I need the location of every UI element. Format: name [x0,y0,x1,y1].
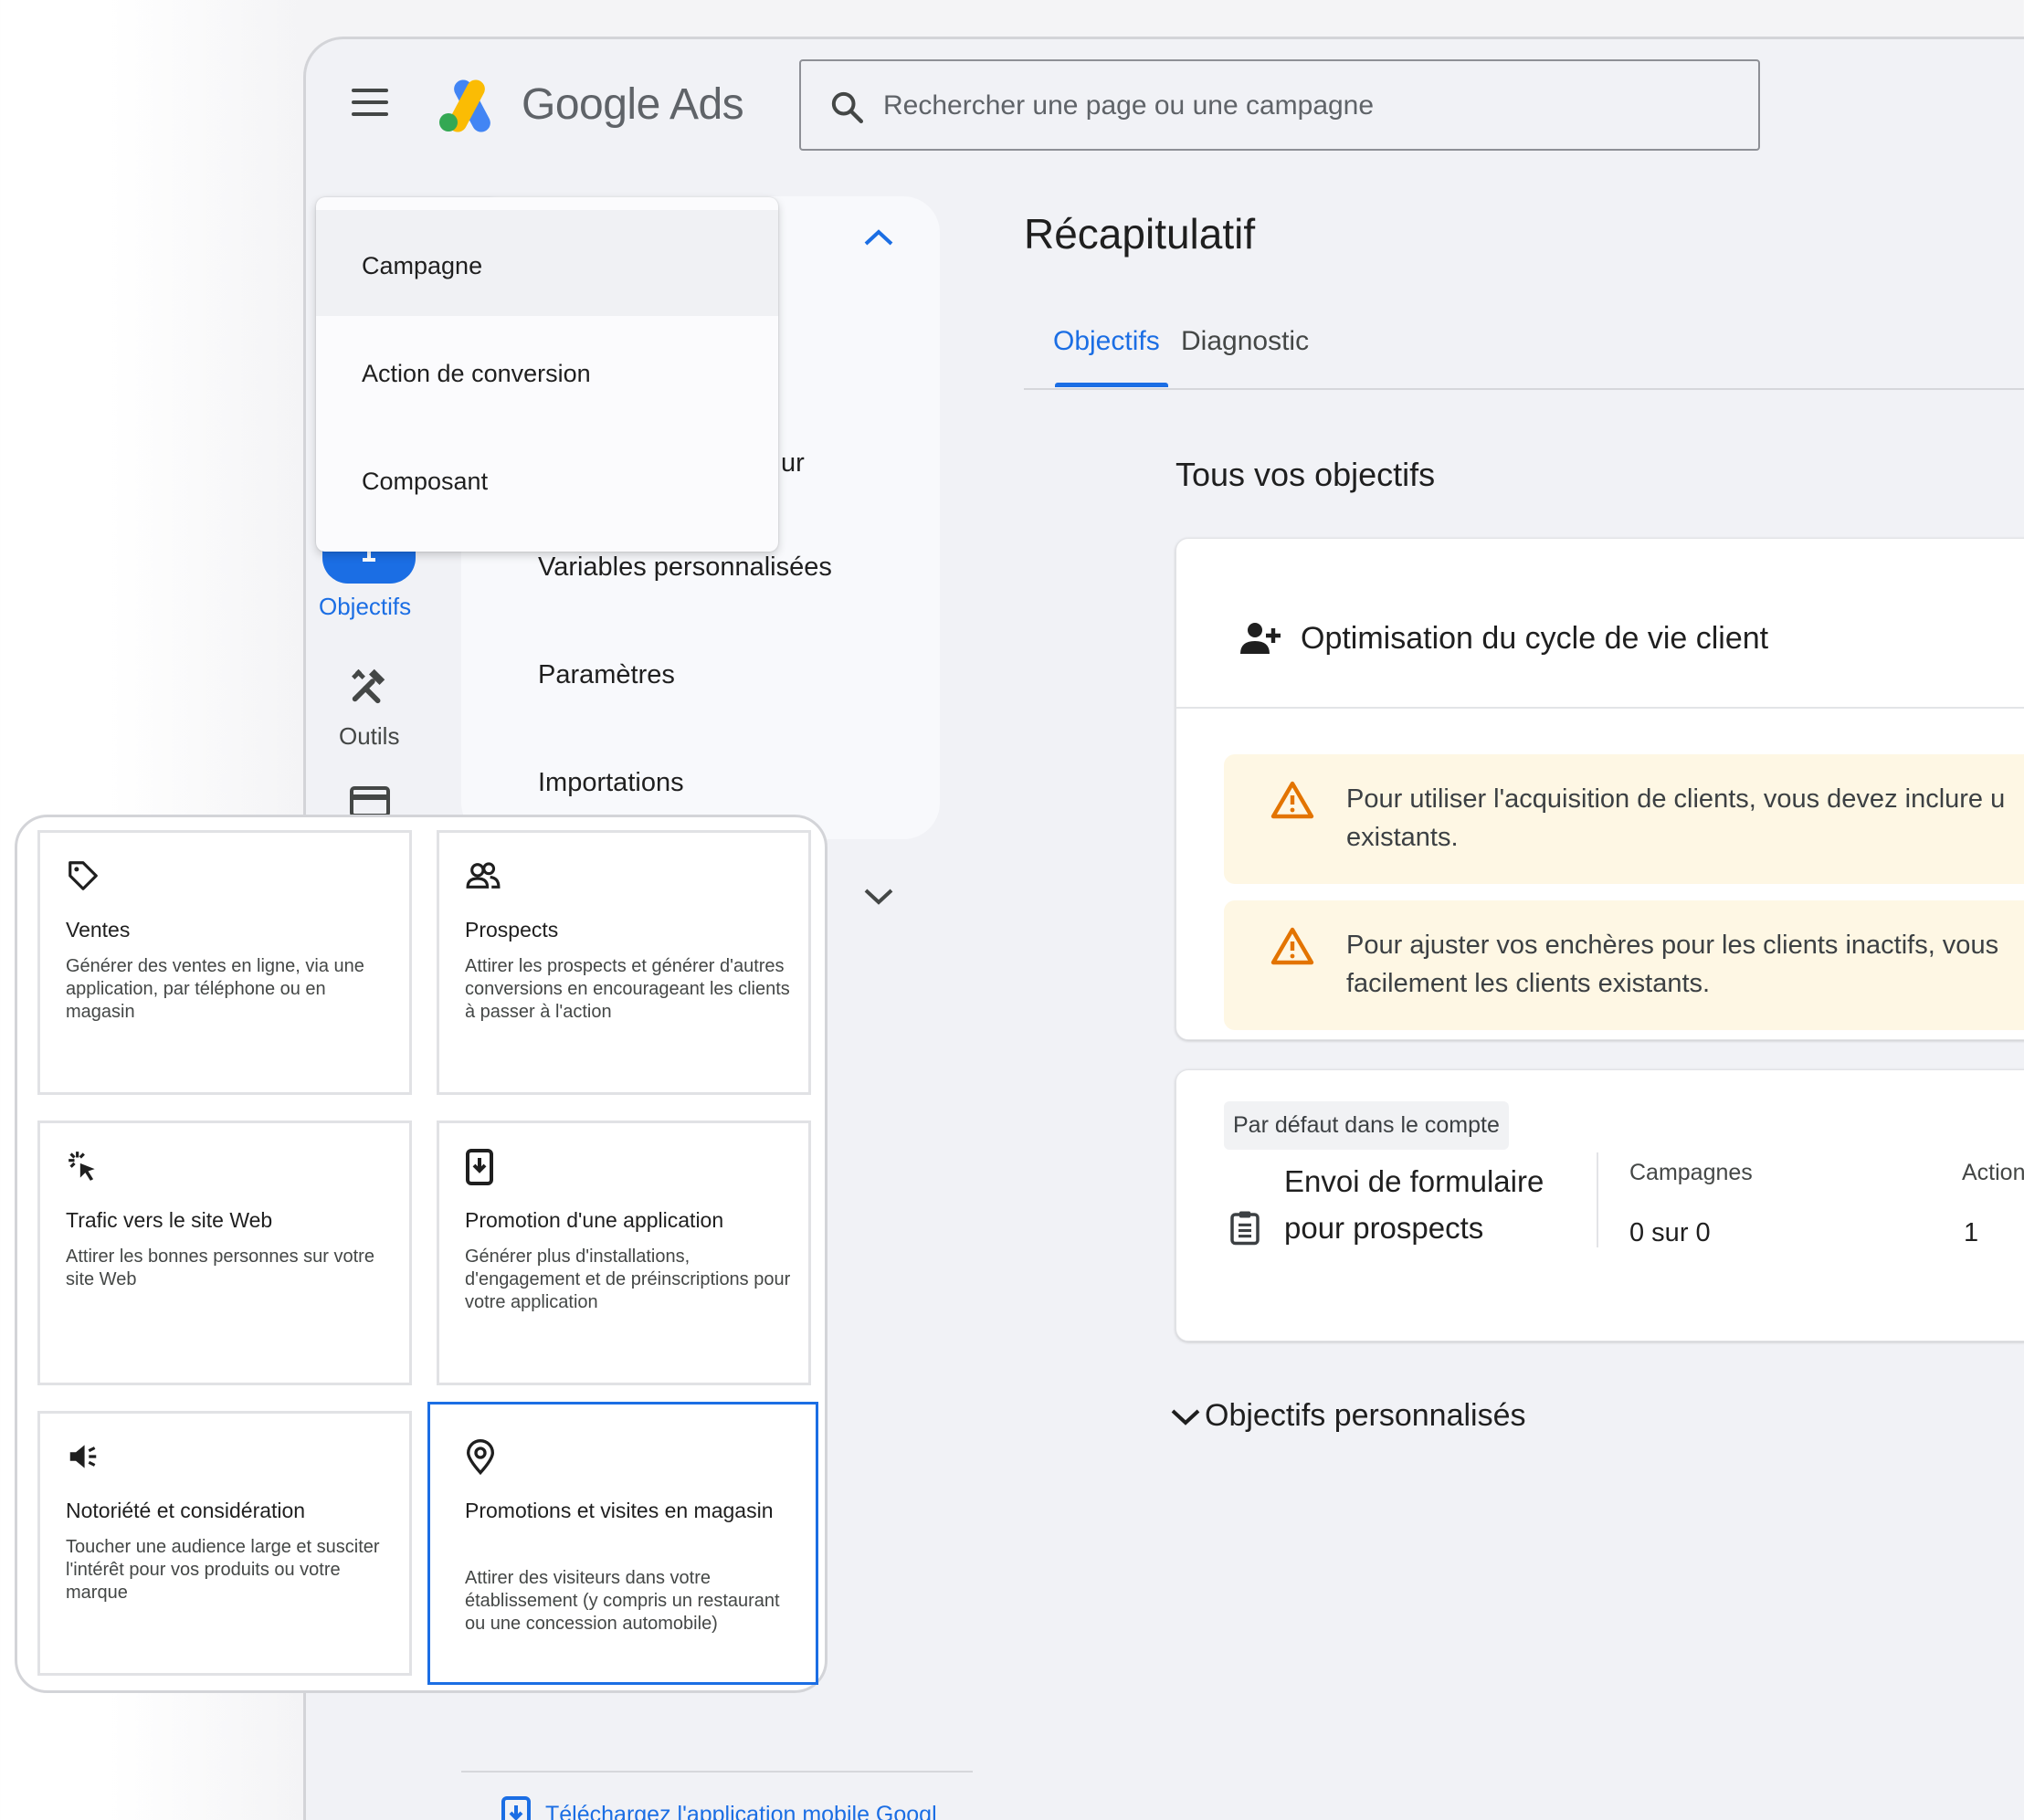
download-app-link[interactable]: Téléchargez l'application mobile Googl [545,1802,975,1820]
nav-item-imports[interactable]: Importations [538,768,684,798]
goal-card-store-visits[interactable]: Promotions et visites en magasin Attirer… [427,1402,818,1685]
active-tab-indicator [1055,383,1168,387]
custom-goals-toggle[interactable]: Objectifs personnalisés [1170,1398,1526,1434]
goal-card-leads[interactable]: Prospects Attirer les prospects et génér… [437,830,811,1095]
default-goal-name[interactable]: Envoi de formulaire pour prospects [1284,1158,1558,1251]
section-heading: Tous vos objectifs [1175,456,1436,493]
lifecycle-title: Optimisation du cycle de vie client [1301,621,1769,656]
create-dropdown-menu: Campagne Action de conversion Composant [316,197,778,552]
menu-item-label: Composant [362,468,489,495]
nav-item-settings[interactable]: Paramètres [538,660,675,690]
tabs-divider [1024,388,2024,390]
goal-card-description: Toucher une audience large et susciter l… [66,1537,380,1603]
location-pin-icon [466,1439,495,1476]
menu-item-asset[interactable]: Composant [316,426,778,531]
footer-divider [461,1771,973,1773]
rail-tools-label[interactable]: Outils [339,722,399,751]
chevron-up-icon[interactable] [863,227,894,247]
goal-categories-panel: Ventes Générer des ventes en ligne, via … [15,815,828,1693]
goal-card-description: Générer plus d'installations, d'engageme… [465,1247,791,1312]
warning-box: Pour ajuster vos enchères pour les clien… [1224,900,2024,1030]
tab-diagnostic[interactable]: Diagnostic [1181,326,1309,357]
lifecycle-goal-card[interactable]: Optimisation du cycle de vie client Pour… [1175,538,2024,1040]
warning-box: Pour utiliser l'acquisition de clients, … [1224,754,2024,884]
goal-card-title: Ventes [66,918,131,942]
search-bar[interactable] [799,59,1760,151]
nav-item-partial-label[interactable]: ur [781,448,805,479]
nav-item-custom-variables[interactable]: Variables personnalisées [538,552,832,583]
custom-goals-label: Objectifs personnalisés [1205,1398,1526,1433]
clipboard-icon [1230,1211,1260,1246]
warning-line: existants. [1346,823,1459,852]
goal-card-sales[interactable]: Ventes Générer des ventes en ligne, via … [37,830,412,1095]
default-goal-card[interactable]: Par défaut dans le compte Envoi de formu… [1175,1069,2024,1341]
tools-icon[interactable] [348,664,390,706]
column-divider [1597,1152,1598,1247]
phone-download-icon [466,1149,493,1185]
people-icon [466,862,501,889]
tab-objectives[interactable]: Objectifs [1053,326,1160,357]
goal-card-description: Attirer des visiteurs dans votre établis… [465,1568,780,1634]
goal-card-title: Prospects [465,918,559,942]
menu-item-label: Action de conversion [362,360,591,387]
menu-item-campaign[interactable]: Campagne [316,210,778,316]
goal-card-description: Générer des ventes en ligne, via une app… [66,956,364,1022]
goal-card-title: Notoriété et considération [66,1499,306,1522]
menu-item-label: Campagne [362,252,483,279]
brand-name: Google Ads [522,80,744,129]
goal-card-title: Promotions et visites en magasin [465,1499,774,1522]
warning-line: Pour ajuster vos enchères pour les clien… [1346,931,1999,960]
warning-line: Pour utiliser l'acquisition de clients, … [1346,784,2006,814]
chevron-down-icon [1171,1409,1200,1425]
card-divider [1176,707,2024,709]
billing-card-icon[interactable] [350,786,390,817]
campaigns-column-header: Campagnes [1629,1160,1753,1185]
goal-card-description: Attirer les prospects et générer d'autre… [465,956,790,1022]
warning-text: Pour utiliser l'acquisition de clients, … [1346,780,2024,857]
goal-card-title: Trafic vers le site Web [66,1208,273,1232]
search-icon [831,91,863,123]
default-chip: Par défaut dans le compte [1224,1101,1509,1150]
campaigns-value: 0 sur 0 [1629,1218,1711,1247]
search-input[interactable] [883,83,1705,129]
actions-value: 1 [1964,1218,1979,1247]
goal-card-description: Attirer les bonnes personnes sur votre s… [66,1247,374,1289]
rail-goals-label[interactable]: Objectifs [319,593,411,621]
goal-card-app-promotion[interactable]: Promotion d'une application Générer plus… [437,1120,811,1385]
warning-icon [1270,781,1314,819]
warning-text: Pour ajuster vos enchères pour les clien… [1346,926,2024,1003]
phone-download-icon [501,1796,531,1820]
megaphone-icon [69,1445,97,1468]
menu-icon[interactable] [352,89,390,116]
goal-card-website-traffic[interactable]: Trafic vers le site Web Attirer les bonn… [37,1120,412,1385]
menu-item-conversion-action[interactable]: Action de conversion [316,318,778,424]
cursor-click-icon [69,1152,95,1181]
goal-card-awareness[interactable]: Notoriété et considération Toucher une a… [37,1411,412,1676]
google-ads-logo-icon [439,79,490,132]
chevron-down-icon[interactable] [863,887,894,907]
goal-card-title: Promotion d'une application [465,1208,724,1232]
page-title: Récapitulatif [1024,210,1256,258]
add-person-icon [1240,623,1281,654]
warning-icon [1270,927,1314,965]
tag-icon [69,861,98,890]
actions-column-header: Action [1962,1160,2024,1185]
warning-line: facilement les clients existants. [1346,969,1711,998]
